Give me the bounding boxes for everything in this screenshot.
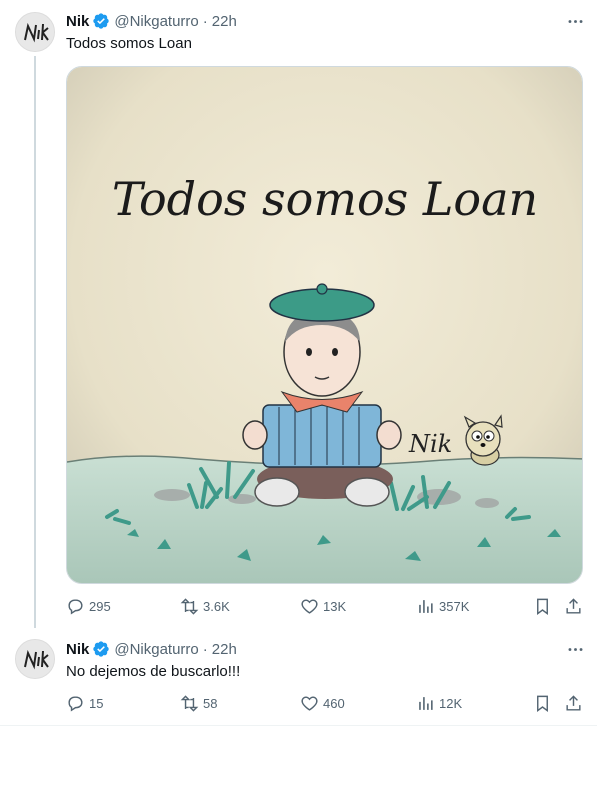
tweet-text: Todos somos Loan bbox=[66, 35, 192, 52]
author-name[interactable]: Nik bbox=[66, 13, 89, 30]
bookmark-icon bbox=[537, 695, 548, 712]
timestamp[interactable]: 22h bbox=[212, 641, 237, 658]
verified-icon bbox=[92, 12, 110, 30]
share-button[interactable] bbox=[564, 691, 587, 715]
tweet-actions: 295 3.6K 13K 357K bbox=[66, 594, 586, 618]
reply-icon bbox=[68, 695, 83, 712]
retweet-count: 58 bbox=[203, 695, 218, 711]
retweet-icon bbox=[180, 597, 199, 615]
like-icon bbox=[301, 598, 318, 614]
timestamp[interactable]: 22h bbox=[212, 13, 237, 30]
verified-icon bbox=[92, 640, 110, 658]
reply-button[interactable]: 295 bbox=[66, 594, 111, 618]
like-icon bbox=[301, 695, 318, 711]
tweet-1[interactable]: Nik @Nikgaturro · 22h Todos somos Loan T… bbox=[0, 0, 597, 628]
tweet-text: No dejemos de buscarlo!!! bbox=[66, 663, 241, 680]
retweet-button[interactable]: 58 bbox=[180, 691, 217, 715]
like-count: 13K bbox=[323, 598, 347, 614]
avatar-logo bbox=[16, 13, 54, 51]
author-handle[interactable]: @Nikgaturro bbox=[114, 641, 198, 658]
tweet-2[interactable]: Nik @Nikgaturro · 22h No dejemos de busc… bbox=[0, 628, 597, 726]
thread-line bbox=[34, 56, 36, 628]
bookmark-button[interactable] bbox=[533, 594, 556, 618]
reply-count: 15 bbox=[89, 695, 104, 711]
avatar[interactable] bbox=[15, 639, 55, 679]
tweet-header: Nik @Nikgaturro · 22h bbox=[66, 639, 587, 659]
views-count: 12K bbox=[439, 695, 463, 711]
like-count: 460 bbox=[323, 695, 345, 711]
avatar[interactable] bbox=[15, 12, 55, 52]
bookmark-icon bbox=[537, 598, 548, 615]
author-name[interactable]: Nik bbox=[66, 641, 89, 658]
separator-dot: · bbox=[202, 12, 208, 30]
reply-icon bbox=[68, 598, 83, 615]
share-icon bbox=[566, 694, 581, 711]
handwritten-title: Todos somos Loan bbox=[112, 172, 538, 226]
like-button[interactable]: 13K bbox=[300, 594, 346, 618]
views-icon bbox=[419, 696, 433, 710]
bookmark-button[interactable] bbox=[533, 691, 556, 715]
cartoon-signature: Nik bbox=[408, 430, 452, 458]
reply-count: 295 bbox=[89, 598, 111, 614]
tweet-header: Nik @Nikgaturro · 22h bbox=[66, 11, 587, 31]
tweet-image[interactable]: Todos somos Loan Nik bbox=[66, 66, 583, 584]
retweet-button[interactable]: 3.6K bbox=[180, 594, 230, 618]
avatar-logo bbox=[16, 640, 54, 678]
like-button[interactable]: 460 bbox=[300, 691, 345, 715]
retweet-icon bbox=[180, 694, 199, 712]
share-button[interactable] bbox=[564, 594, 587, 618]
reply-button[interactable]: 15 bbox=[66, 691, 103, 715]
views-button[interactable]: 12K bbox=[416, 691, 462, 715]
retweet-count: 3.6K bbox=[203, 598, 230, 614]
more-icon[interactable] bbox=[563, 9, 587, 33]
separator-dot: · bbox=[202, 640, 208, 658]
more-icon[interactable] bbox=[563, 637, 587, 661]
views-icon bbox=[419, 599, 433, 613]
views-button[interactable]: 357K bbox=[416, 594, 469, 618]
tweet-actions: 15 58 460 12K bbox=[66, 691, 586, 715]
author-handle[interactable]: @Nikgaturro bbox=[114, 13, 198, 30]
cartoon-illustration: Todos somos Loan Nik bbox=[67, 67, 582, 583]
share-icon bbox=[566, 597, 581, 614]
views-count: 357K bbox=[439, 598, 470, 614]
